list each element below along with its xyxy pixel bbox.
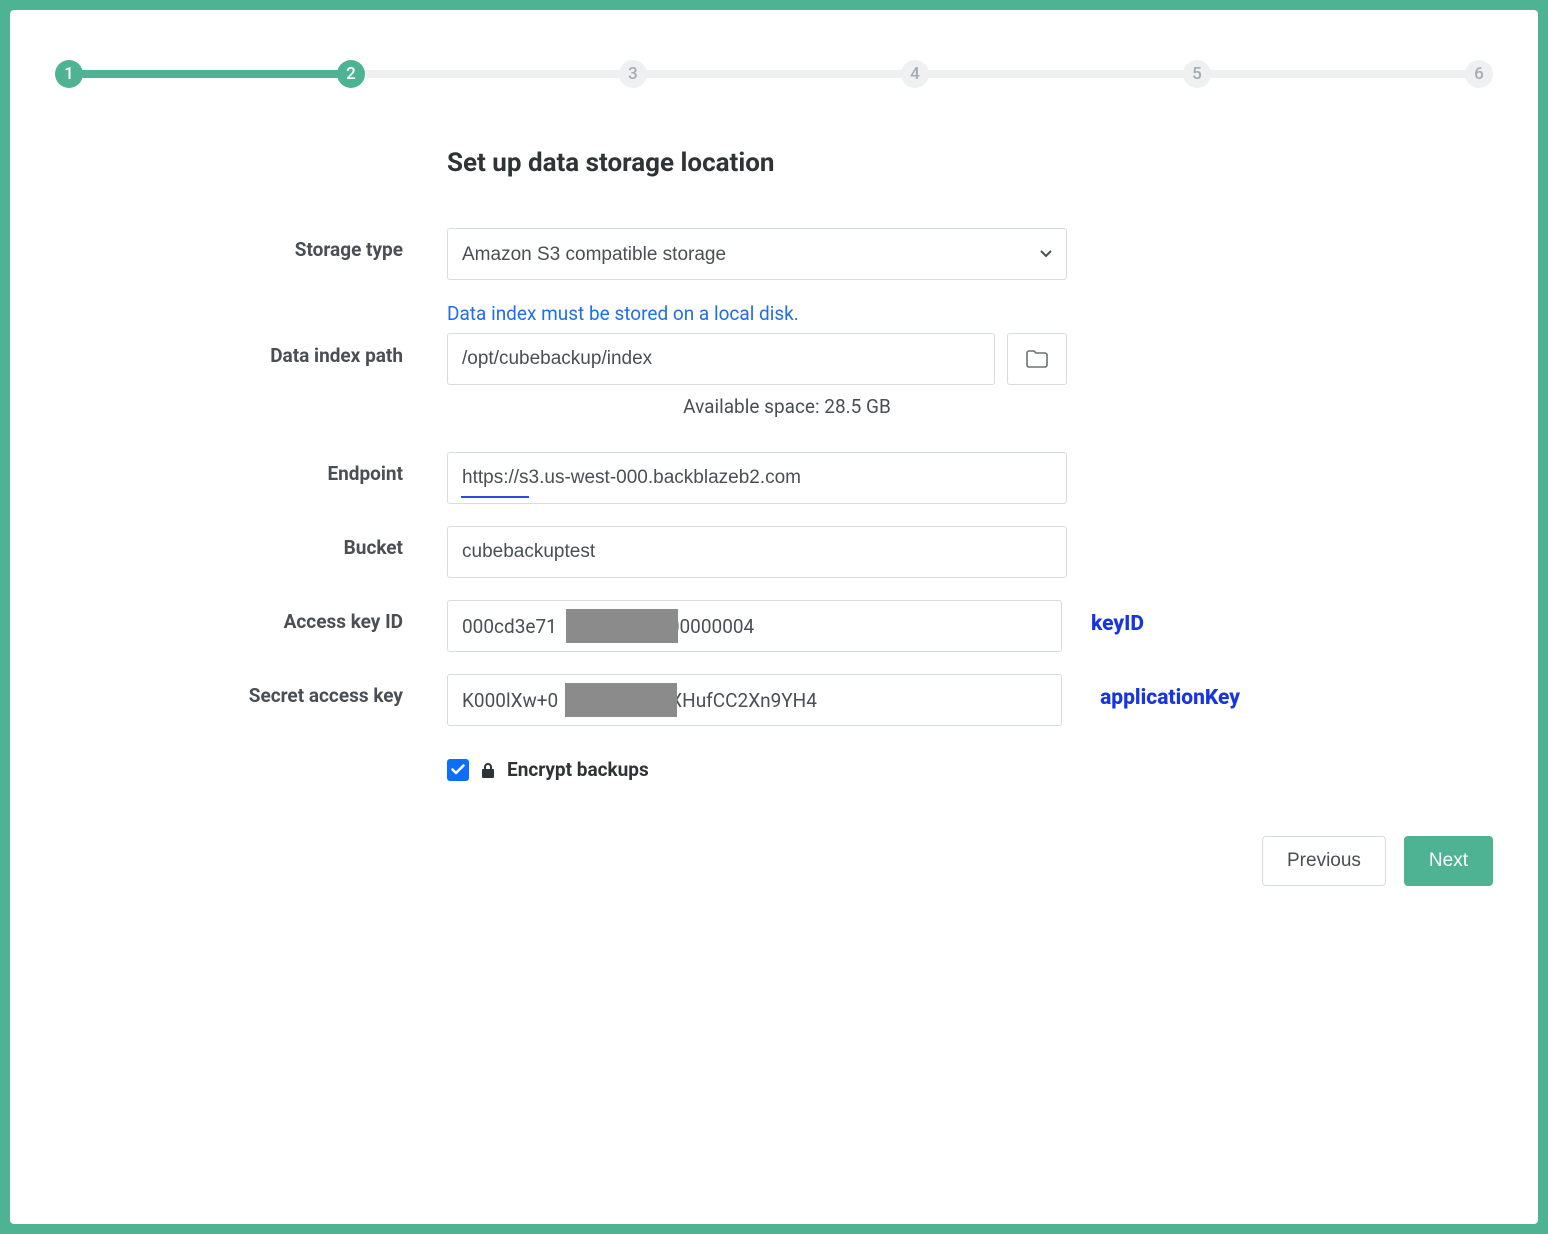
- encrypt-backups-label: Encrypt backups: [507, 758, 649, 781]
- data-index-hint: Data index must be stored on a local dis…: [447, 302, 1127, 325]
- secret-access-key-input[interactable]: K000lXw+0 XHufCC2Xn9YH4: [447, 674, 1062, 726]
- redaction-block: [565, 683, 677, 717]
- step-5: 5: [1183, 60, 1211, 88]
- setup-wizard-page: 1 2 3 4 5 6 Set up data storage location…: [10, 10, 1538, 1224]
- secret-key-prefix: K000lXw+0: [462, 689, 558, 712]
- page-title: Set up data storage location: [447, 148, 775, 178]
- applicationkey-annotation: applicationKey: [1100, 686, 1240, 710]
- endpoint-input[interactable]: [447, 452, 1067, 504]
- lock-icon: [481, 762, 495, 778]
- storage-type-label: Storage type: [55, 228, 447, 261]
- browse-folder-button[interactable]: [1007, 333, 1067, 385]
- next-button[interactable]: Next: [1404, 836, 1493, 886]
- step-4: 4: [901, 60, 929, 88]
- data-index-path-input[interactable]: [447, 333, 995, 385]
- step-2[interactable]: 2: [337, 60, 365, 88]
- step-6: 6: [1465, 60, 1493, 88]
- step-1[interactable]: 1: [55, 60, 83, 88]
- bucket-input[interactable]: [447, 526, 1067, 578]
- access-key-id-label: Access key ID: [55, 600, 447, 633]
- data-index-path-label: Data index path: [55, 302, 447, 367]
- wizard-actions: Previous Next: [55, 836, 1493, 886]
- folder-icon: [1026, 350, 1048, 368]
- secret-key-suffix: XHufCC2Xn9YH4: [670, 689, 817, 712]
- access-key-suffix: 00000004: [669, 615, 754, 638]
- bucket-label: Bucket: [55, 526, 447, 559]
- redaction-block: [566, 609, 678, 643]
- step-3: 3: [619, 60, 647, 88]
- keyid-annotation: keyID: [1091, 612, 1144, 636]
- secret-access-key-label: Secret access key: [55, 674, 447, 707]
- storage-form: Storage type Amazon S3 compatible storag…: [55, 228, 1493, 781]
- available-space-text: Available space: 28.5 GB: [447, 395, 1127, 418]
- endpoint-label: Endpoint: [55, 452, 447, 485]
- access-key-prefix: 000cd3e71: [462, 615, 557, 638]
- storage-type-select[interactable]: Amazon S3 compatible storage: [447, 228, 1067, 280]
- check-icon: [451, 764, 465, 775]
- encrypt-backups-checkbox[interactable]: [447, 759, 469, 781]
- wizard-stepper: 1 2 3 4 5 6: [55, 60, 1493, 88]
- access-key-id-input[interactable]: 000cd3e71 00000004: [447, 600, 1062, 652]
- previous-button[interactable]: Previous: [1262, 836, 1386, 886]
- spellcheck-underline: [461, 496, 529, 498]
